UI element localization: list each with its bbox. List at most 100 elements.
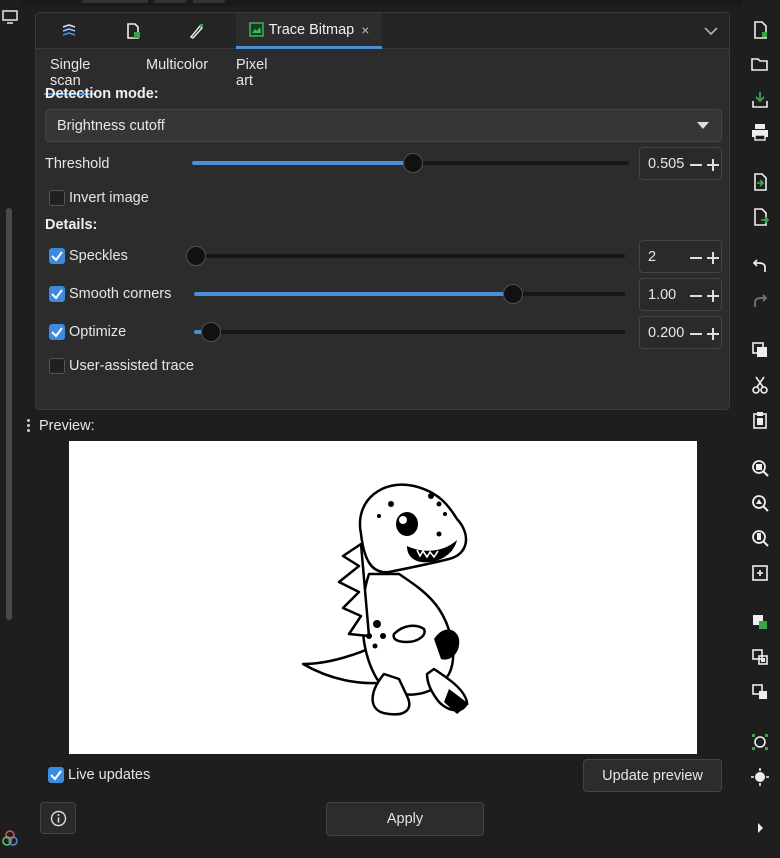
checkmark-icon	[51, 327, 63, 338]
threshold-label: Threshold	[45, 156, 110, 172]
print-icon[interactable]	[750, 122, 770, 142]
tab-edit[interactable]	[166, 13, 228, 49]
smooth-corners-value: 1.00	[648, 287, 677, 303]
slider-handle[interactable]	[201, 322, 221, 342]
detection-mode-value: Brightness cutoff	[57, 117, 165, 134]
edit-pen-icon	[189, 24, 203, 39]
cut-icon[interactable]	[750, 375, 770, 395]
tab-document-properties[interactable]	[102, 13, 164, 49]
minus-icon[interactable]	[690, 164, 702, 166]
checkmark-icon	[50, 770, 62, 781]
detection-mode-select[interactable]: Brightness cutoff	[45, 109, 722, 142]
optimize-label: Optimize	[69, 324, 127, 340]
detection-mode-heading: Detection mode:	[45, 86, 159, 102]
plus-icon-stem	[712, 328, 714, 340]
speckles-label: Speckles	[69, 248, 128, 264]
duplicate-icon[interactable]	[750, 340, 770, 360]
slider-fill	[192, 161, 413, 165]
smooth-corners-checkbox[interactable]	[49, 286, 65, 302]
object-to-path-icon[interactable]	[750, 682, 770, 702]
slider-track	[194, 330, 625, 334]
tab-trace-bitmap[interactable]: Trace Bitmap ×	[236, 13, 382, 49]
checkmark-icon	[51, 289, 63, 300]
plus-icon-stem	[712, 290, 714, 302]
trace-preview	[69, 441, 697, 754]
optimize-spinbox[interactable]: 0.200	[639, 316, 722, 349]
tab-trace-bitmap-label: Trace Bitmap	[268, 21, 355, 38]
chevron-right-icon[interactable]	[750, 818, 770, 838]
invert-image-label: Invert image	[69, 190, 149, 206]
checkmark-icon	[51, 251, 63, 262]
vertical-scrollbar[interactable]	[6, 208, 12, 620]
user-assisted-checkbox[interactable]	[49, 358, 65, 374]
info-icon	[50, 810, 67, 827]
info-button[interactable]	[40, 802, 76, 834]
zoom-page-icon[interactable]	[750, 528, 770, 548]
save-icon[interactable]	[750, 90, 770, 110]
snap-target-icon[interactable]	[750, 767, 770, 787]
subtab-pixel-art[interactable]: Pixel art	[230, 53, 273, 93]
minus-icon[interactable]	[690, 257, 702, 259]
threshold-value: 0.505	[648, 156, 685, 172]
slider-fill	[194, 292, 513, 296]
smooth-corners-label: Smooth corners	[69, 286, 172, 302]
export-icon[interactable]	[750, 207, 770, 227]
optimize-slider[interactable]	[194, 321, 625, 343]
top-strip-segment	[82, 0, 148, 3]
import-icon[interactable]	[750, 172, 770, 192]
color-channels-icon[interactable]	[1, 829, 19, 847]
preview-label: Preview:	[39, 418, 95, 434]
dropdown-arrow-icon	[697, 122, 709, 129]
top-strip-segment	[193, 0, 225, 3]
speckles-value: 2	[648, 249, 657, 265]
speckles-spinbox[interactable]: 2	[639, 240, 722, 273]
plus-icon-stem	[712, 159, 714, 171]
ungroup-icon[interactable]	[750, 647, 770, 667]
threshold-spinbox[interactable]: 0.505	[639, 147, 722, 180]
threshold-slider[interactable]	[192, 152, 629, 174]
invert-image-checkbox[interactable]	[49, 190, 65, 206]
zoom-fit-icon[interactable]	[750, 563, 770, 583]
group-icon[interactable]	[750, 612, 770, 632]
commands-toolbar	[742, 0, 780, 858]
details-heading: Details:	[45, 217, 98, 233]
new-document-icon[interactable]	[750, 20, 770, 40]
slider-handle[interactable]	[186, 246, 206, 266]
slider-track	[196, 254, 625, 258]
zoom-selection-icon[interactable]	[750, 458, 770, 478]
smooth-corners-slider[interactable]	[194, 283, 625, 305]
node-select-icon[interactable]	[750, 732, 770, 752]
chevron-down-icon[interactable]	[699, 19, 723, 43]
top-strip-segment	[154, 0, 186, 3]
trace-bitmap-icon	[248, 22, 264, 37]
open-folder-icon[interactable]	[750, 54, 770, 74]
smooth-corners-spinbox[interactable]: 1.00	[639, 278, 722, 311]
top-strip	[0, 0, 780, 6]
trace-bitmap-panel: Trace Bitmap × Single scan Multicolor Pi…	[35, 12, 730, 410]
minus-icon[interactable]	[690, 333, 702, 335]
optimize-checkbox[interactable]	[49, 324, 65, 340]
apply-button[interactable]: Apply	[326, 802, 484, 836]
subtab-multicolor[interactable]: Multicolor	[140, 53, 214, 77]
dinosaur-preview-image	[301, 483, 469, 716]
paste-icon[interactable]	[750, 410, 770, 430]
document-properties-icon	[127, 23, 140, 39]
dialog-tab-bar: Trace Bitmap ×	[36, 13, 729, 49]
update-preview-button[interactable]: Update preview	[583, 759, 722, 792]
tab-close-icon[interactable]: ×	[361, 22, 369, 38]
speckles-checkbox[interactable]	[49, 248, 65, 264]
minus-icon[interactable]	[690, 295, 702, 297]
tab-layers[interactable]	[38, 13, 100, 49]
drag-handle-icon[interactable]	[27, 419, 31, 433]
user-assisted-label: User-assisted trace	[69, 358, 194, 374]
display-icon[interactable]	[1, 8, 19, 26]
undo-icon[interactable]	[750, 257, 770, 277]
slider-handle[interactable]	[403, 153, 423, 173]
slider-handle[interactable]	[503, 284, 523, 304]
live-updates-label: Live updates	[68, 767, 151, 783]
speckles-slider[interactable]	[186, 245, 625, 267]
zoom-drawing-icon[interactable]	[750, 493, 770, 513]
redo-icon[interactable]	[750, 292, 770, 312]
layers-icon	[62, 24, 76, 36]
live-updates-checkbox[interactable]	[48, 767, 64, 783]
